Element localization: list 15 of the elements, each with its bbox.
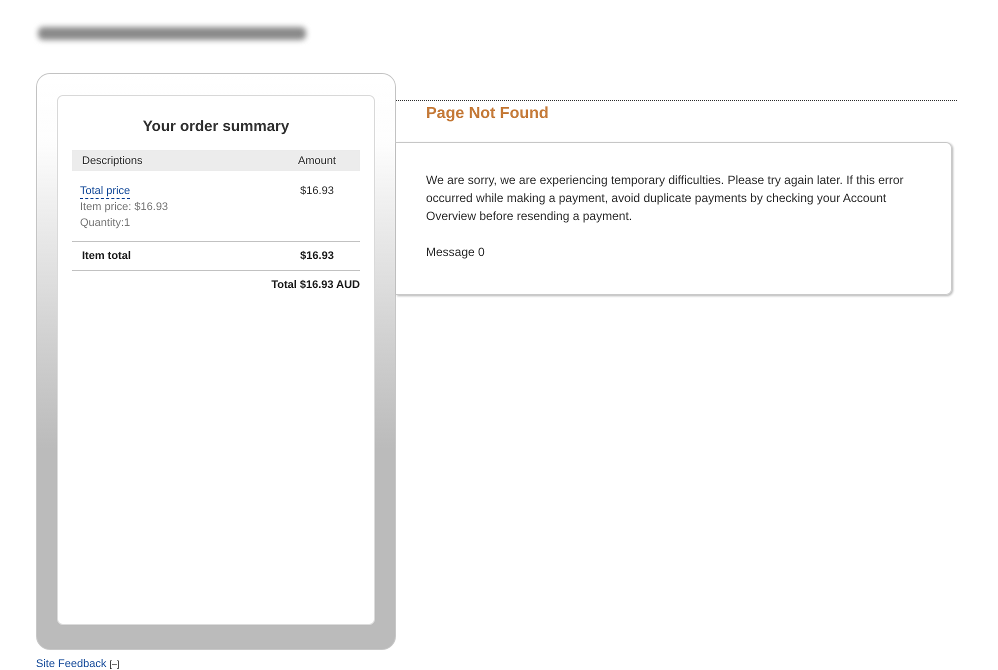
item-total-amount: $16.93 [300, 250, 334, 262]
item-amount: $16.93 [300, 185, 334, 197]
order-summary-title: Your order summary [142, 118, 290, 136]
page-not-found-heading: Page Not Found [426, 104, 549, 124]
grand-total: Total $16.93 AUD [271, 279, 360, 291]
item-name-link[interactable]: Total price [80, 185, 130, 199]
column-header: Descriptions [81, 154, 144, 166]
message-text: Message 0 [426, 244, 486, 261]
column-header: Amount [297, 154, 337, 166]
item-detail-text: Item price: $16.93 [80, 200, 170, 215]
item-total-label: Item total [82, 250, 131, 262]
message-text: We are sorry, we are experiencing temporary difficulties. Please try again later. If this error occurred while making a payment, avoid duplicate payments by checking your Account Overview before resending a payment. [426, 172, 905, 225]
collapse-toggle[interactable]: [–] [109, 659, 120, 669]
site-feedback-link[interactable]: Site Feedback [36, 658, 106, 670]
item-detail-text: Quantity:1 [80, 216, 132, 231]
